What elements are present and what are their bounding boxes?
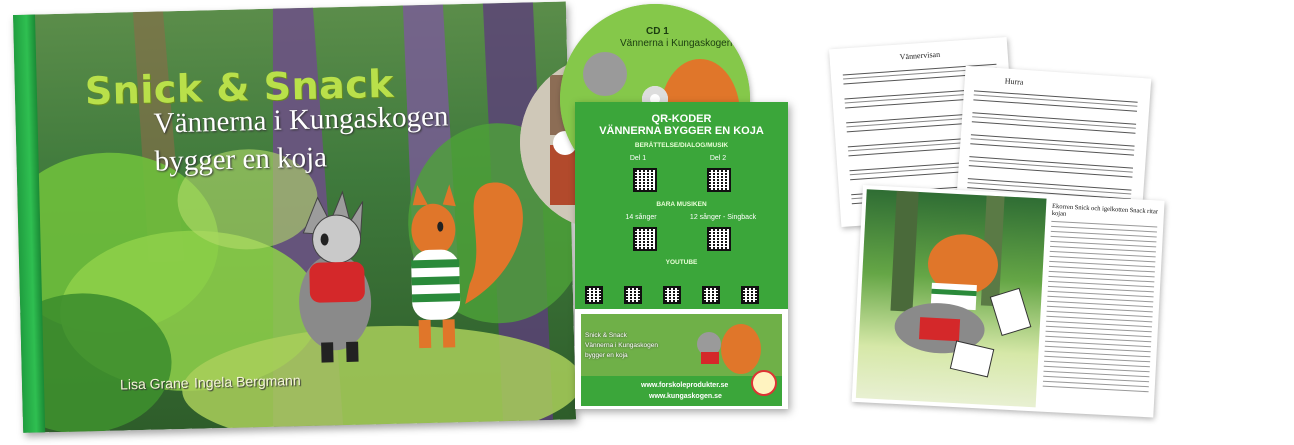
qr-mini-cover: Snick & Snack Vännerna i Kungaskogen byg… bbox=[581, 314, 782, 376]
cd-title: Vännerna i Kungaskogen bbox=[620, 38, 733, 49]
music-staff bbox=[968, 156, 1134, 178]
qr-label-singback: 12 sånger - Singback bbox=[689, 214, 757, 221]
qr-code-youtube-1[interactable] bbox=[585, 286, 603, 304]
qr-label-part1: Del 1 bbox=[629, 155, 647, 162]
qr-mini-title2: Vännerna i Kungaskogen bbox=[585, 342, 659, 349]
qr-section-youtube: YOUTUBE bbox=[665, 259, 698, 266]
qr-heading: QR-KODER bbox=[651, 113, 712, 125]
qr-subheading: VÄNNERNA BYGGER EN KOJA bbox=[599, 125, 764, 137]
qr-label-part2: Del 2 bbox=[709, 155, 727, 162]
book-title-line2: bygger en koja bbox=[154, 141, 328, 178]
spread-heading: Ekorren Snick och igelkotten Snack ritar… bbox=[1051, 202, 1159, 218]
book-cover: Snick & Snack Vännerna i Kungaskogen byg… bbox=[13, 1, 577, 433]
spread-text-column: Ekorren Snick och igelkotten Snack ritar… bbox=[1042, 202, 1159, 393]
qr-section-music: BARA MUSIKEN bbox=[656, 201, 707, 208]
qr-code-youtube-2[interactable] bbox=[624, 286, 642, 304]
cd-label: CD 1 bbox=[646, 26, 669, 37]
music-staff bbox=[970, 134, 1135, 156]
qr-label-songs: 14 sånger bbox=[625, 214, 657, 221]
qr-code-songs[interactable] bbox=[633, 227, 657, 251]
qr-code-part1[interactable] bbox=[633, 168, 657, 192]
qr-code-youtube-5[interactable] bbox=[741, 286, 759, 304]
author-name: Lisa Grane bbox=[119, 374, 189, 393]
footer-url-2[interactable]: www.kungaskogen.se bbox=[649, 393, 722, 400]
qr-code-youtube-3[interactable] bbox=[663, 286, 681, 304]
music-staff bbox=[971, 112, 1137, 134]
qr-code-youtube-4[interactable] bbox=[702, 286, 720, 304]
music-staff bbox=[973, 90, 1138, 112]
song-title-b: Hurra bbox=[1004, 76, 1024, 87]
qr-section-story: BERÄTTELSE/DIALOG/MUSIK bbox=[634, 142, 729, 149]
song-title-a: Vännervisan bbox=[899, 49, 941, 62]
qr-mini-title3: bygger en koja bbox=[585, 352, 628, 359]
book-spread-page: Ekorren Snick och igelkotten Snack ritar… bbox=[851, 185, 1165, 418]
footer-url-1[interactable]: www.forskoleprodukter.se bbox=[641, 382, 728, 389]
qr-code-part2[interactable] bbox=[707, 168, 731, 192]
kungaskogen-logo bbox=[751, 370, 777, 396]
spread-art bbox=[890, 190, 1032, 378]
qr-code-singback[interactable] bbox=[707, 227, 731, 251]
qr-mini-title1: Snick & Snack bbox=[585, 332, 627, 339]
spread-illustration bbox=[855, 189, 1047, 408]
qr-code-sheet: QR-KODER VÄNNERNA BYGGER EN KOJA BERÄTTE… bbox=[575, 102, 788, 409]
illustrator-name: Ingela Bergmann bbox=[193, 372, 301, 391]
